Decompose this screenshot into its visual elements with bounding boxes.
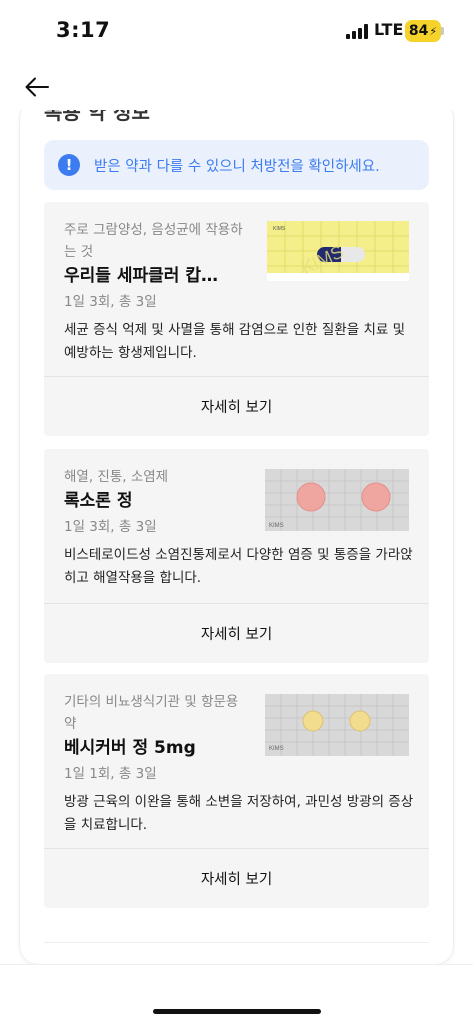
- medication-description: 방광 근육의 이완을 통해 소변을 저장하여, 과민성 방광의 증상을 치료합니…: [64, 794, 414, 833]
- svg-text:KIMS: KIMS: [273, 226, 286, 232]
- medication-category: 기타의 비뇨생식기관 및 항문용약: [64, 694, 239, 732]
- status-bar: 3:17 LTE 84 ⚡: [0, 0, 473, 62]
- svg-text:KIMS: KIMS: [269, 746, 284, 752]
- content-scroll[interactable]: 복용 약 정보 ! 받은 약과 다를 수 있으니 처방전을 확인하세요. 주로 …: [0, 110, 473, 964]
- view-details-button[interactable]: 자세히 보기: [44, 377, 429, 436]
- medication-description: 세균 증식 억제 및 사멸을 통해 감염으로 인한 질환을 치료 및 예방하는 …: [64, 322, 405, 361]
- medication-category: 주로 그람양성, 음성균에 작용하는 것: [64, 222, 243, 260]
- yellow-tablet-photo: KIMS: [265, 694, 409, 756]
- panel-divider: [44, 942, 429, 943]
- medication-dosage: 1일 1회, 총 3일: [64, 766, 157, 782]
- notice-text: 받은 약과 다를 수 있으니 처방전을 확인하세요.: [94, 158, 380, 175]
- pink-tablet-photo: KIMS: [265, 469, 409, 531]
- signal-strength-icon: [346, 24, 368, 39]
- view-details-button[interactable]: 자세히 보기: [44, 849, 429, 908]
- arrow-left-icon: [25, 77, 49, 97]
- medication-dosage: 1일 3회, 총 3일: [64, 294, 157, 310]
- medication-info: 기타의 비뇨생식기관 및 항문용약 베시커버 정 5mg 1일 1회, 총 3일…: [44, 674, 429, 848]
- section-heading: 복용 약 정보: [44, 110, 150, 124]
- bottom-area: [0, 964, 473, 1024]
- medication-card: 주로 그람양성, 음성균에 작용하는 것 우리들 세파클러 캅… 1일 3회, …: [44, 202, 429, 436]
- screen: 3:17 LTE 84 ⚡ 복용 약 정보 ! 받은 약과 다를 수 있으니 처방…: [0, 0, 473, 1024]
- medication-card: 기타의 비뇨생식기관 및 항문용약 베시커버 정 5mg 1일 1회, 총 3일…: [44, 674, 429, 908]
- medication-info: 주로 그람양성, 음성균에 작용하는 것 우리들 세파클러 캅… 1일 3회, …: [44, 202, 429, 376]
- prescription-notice: ! 받은 약과 다를 수 있으니 처방전을 확인하세요.: [44, 140, 429, 190]
- medication-card: 해열, 진통, 소염제 록소론 정 1일 3회, 총 3일 비스테로이드성 소염…: [44, 449, 429, 663]
- network-type: LTE: [374, 20, 404, 39]
- medication-description: 비스테로이드성 소염진통제로서 다양한 염증 및 통증을 가라앉히고 해열작용을…: [64, 547, 413, 586]
- capsule-photo: KIMS KIMS: [267, 221, 409, 281]
- battery-icon: 84 ⚡: [405, 20, 441, 42]
- battery-level: 84: [408, 23, 429, 39]
- medication-category: 해열, 진통, 소염제: [64, 469, 169, 485]
- home-indicator: [153, 1009, 321, 1014]
- nav-bar: [0, 62, 473, 110]
- exclamation-circle-icon: !: [58, 154, 80, 176]
- view-details-button[interactable]: 자세히 보기: [44, 604, 429, 663]
- medication-info: 해열, 진통, 소염제 록소론 정 1일 3회, 총 3일 비스테로이드성 소염…: [44, 449, 429, 603]
- svg-text:KIMS: KIMS: [269, 523, 284, 529]
- battery-tip: [441, 27, 444, 35]
- status-time: 3:17: [56, 18, 111, 42]
- back-button[interactable]: [20, 70, 54, 104]
